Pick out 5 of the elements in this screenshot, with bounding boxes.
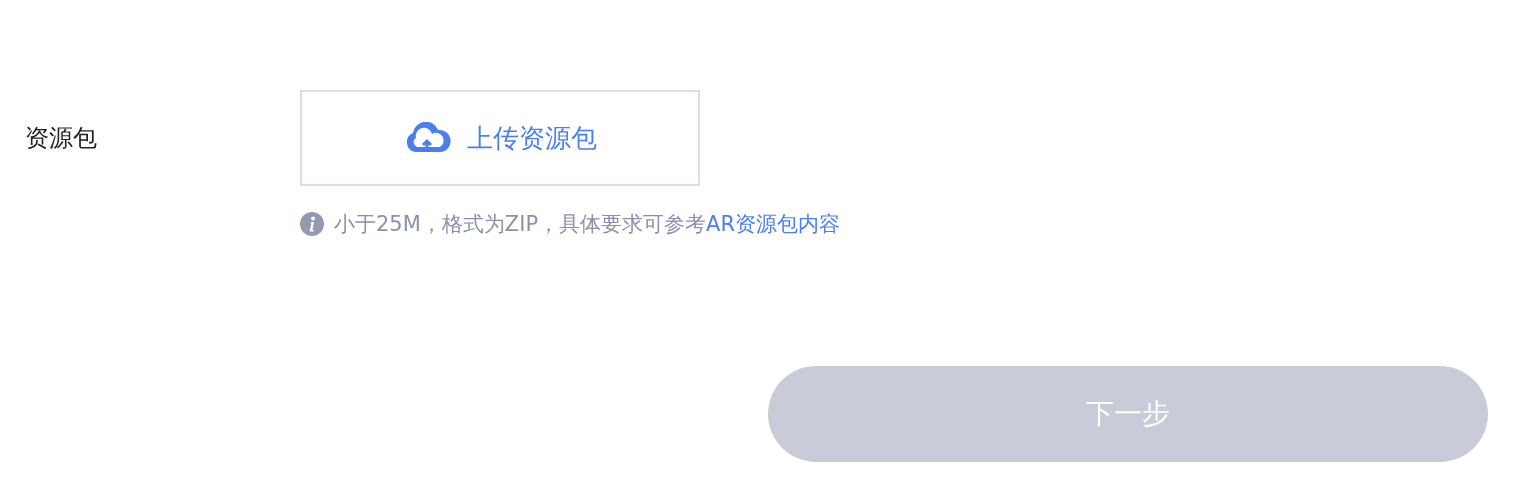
hint-text: 小于25M，格式为ZIP，具体要求可参考AR资源包内容 <box>334 211 841 238</box>
field-label: 资源包 <box>25 123 98 154</box>
info-icon <box>300 212 324 236</box>
upload-button[interactable]: 上传资源包 <box>300 90 700 186</box>
docs-link[interactable]: AR资源包内容 <box>706 212 841 236</box>
